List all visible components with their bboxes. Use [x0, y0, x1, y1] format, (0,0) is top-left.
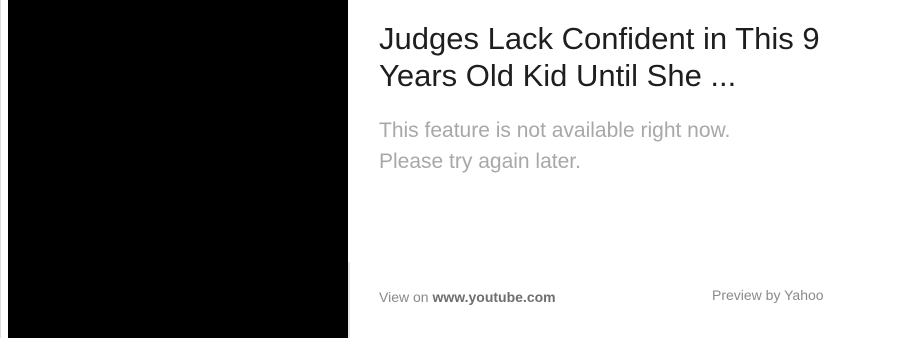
preview-footer: View on www.youtube.com Preview by Yahoo	[379, 287, 879, 308]
preview-description: This feature is not available right now.…	[379, 115, 879, 177]
view-on-label: View on	[379, 289, 429, 305]
view-on-source-link[interactable]: View on www.youtube.com	[379, 289, 556, 305]
source-domain: www.youtube.com	[432, 289, 556, 305]
thumbnail-divider	[348, 262, 350, 338]
description-line-1: This feature is not available right now.	[379, 119, 731, 142]
preview-title[interactable]: Judges Lack Confident in This 9 Years Ol…	[379, 20, 889, 94]
video-thumbnail[interactable]	[8, 0, 348, 338]
preview-by-label: Preview by Yahoo	[712, 287, 824, 303]
description-line-2: Please try again later.	[379, 150, 581, 173]
link-preview-card: Judges Lack Confident in This 9 Years Ol…	[0, 0, 897, 338]
card-left-border	[0, 0, 1, 338]
